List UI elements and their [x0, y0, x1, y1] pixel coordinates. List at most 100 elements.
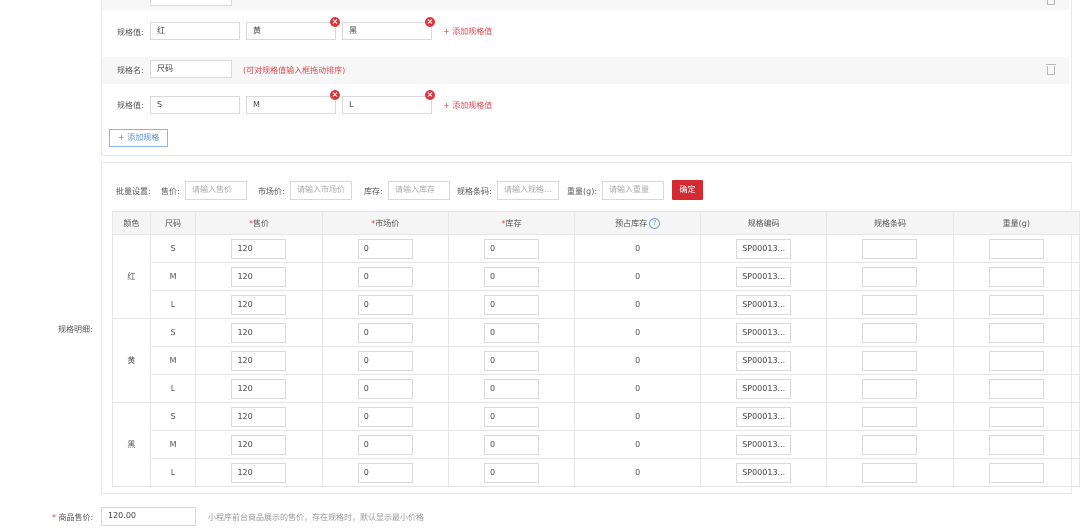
- barcode-input[interactable]: [862, 462, 918, 483]
- weight-input[interactable]: [988, 238, 1044, 259]
- remove-value-icon[interactable]: ×: [425, 17, 435, 27]
- add-size-value-link[interactable]: + 添加规格值: [443, 100, 492, 111]
- code-input[interactable]: SP00013...: [736, 294, 792, 315]
- code-input[interactable]: SP00013...: [736, 350, 792, 371]
- market-input[interactable]: 0: [357, 322, 413, 343]
- size-value-input-1[interactable]: S: [150, 96, 240, 114]
- size-cell: S: [149, 402, 197, 431]
- market-input[interactable]: 0: [357, 378, 413, 399]
- help-icon[interactable]: ?: [649, 217, 661, 229]
- weight-input[interactable]: [988, 378, 1044, 399]
- price-input[interactable]: 120: [231, 294, 287, 315]
- weight-input[interactable]: [988, 462, 1044, 483]
- code-cell: SP00013...: [700, 458, 828, 487]
- table-row: 红 S 120 0 0 0 SP00013...: [112, 234, 1080, 319]
- stock-input[interactable]: 0: [484, 322, 540, 343]
- barcode-input[interactable]: [862, 350, 918, 371]
- weight-cell: [952, 374, 1080, 403]
- stock-input[interactable]: 0: [484, 434, 540, 455]
- weight-input[interactable]: [988, 294, 1044, 315]
- col-market-label: 市场价: [375, 218, 400, 228]
- size-name-input[interactable]: 尺码: [150, 60, 232, 78]
- code-input[interactable]: SP00013...: [736, 378, 792, 399]
- weight-input[interactable]: [988, 406, 1044, 427]
- market-cell: 0: [321, 458, 449, 487]
- market-input[interactable]: 0: [357, 434, 413, 455]
- price-cell: 120: [195, 234, 323, 263]
- market-input[interactable]: 0: [357, 294, 413, 315]
- presale-cell: 0: [574, 318, 702, 347]
- code-input[interactable]: SP00013...: [736, 406, 792, 427]
- stock-input[interactable]: 0: [484, 378, 540, 399]
- weight-cell: [952, 262, 1080, 291]
- price-input[interactable]: 120: [231, 350, 287, 371]
- goods-price-input[interactable]: 120.00: [101, 507, 196, 526]
- code-input[interactable]: SP00013...: [736, 238, 792, 259]
- price-cell: 120: [195, 402, 323, 431]
- batch-weight-input[interactable]: 请输入重量: [602, 181, 664, 200]
- market-input[interactable]: 0: [357, 266, 413, 287]
- weight-input[interactable]: [988, 350, 1044, 371]
- price-input[interactable]: 120: [231, 406, 287, 427]
- batch-confirm-button[interactable]: 确定: [672, 180, 703, 200]
- stock-input[interactable]: 0: [484, 294, 540, 315]
- color-value-input-2[interactable]: 黄: [246, 22, 336, 40]
- color-cell: 红: [112, 234, 151, 319]
- add-color-value-link[interactable]: + 添加规格值: [443, 26, 492, 37]
- batch-market-input[interactable]: 请输入市场价: [290, 181, 352, 200]
- stock-input[interactable]: 0: [484, 350, 540, 371]
- weight-input[interactable]: [988, 266, 1044, 287]
- barcode-input[interactable]: [862, 266, 918, 287]
- code-input[interactable]: SP00013...: [736, 322, 792, 343]
- batch-barcode-input[interactable]: 请输入规格...: [497, 181, 559, 200]
- market-input[interactable]: 0: [357, 350, 413, 371]
- trash-icon[interactable]: [1046, 64, 1056, 75]
- code-input[interactable]: SP00013...: [736, 434, 792, 455]
- size-value-input-3[interactable]: L: [342, 96, 432, 114]
- presale-cell: 0: [574, 458, 702, 487]
- stock-input[interactable]: 0: [484, 406, 540, 427]
- barcode-cell: [826, 346, 954, 375]
- remove-value-icon[interactable]: ×: [425, 90, 435, 100]
- price-input[interactable]: 120: [231, 462, 287, 483]
- add-spec-button[interactable]: + 添加规格: [109, 129, 169, 147]
- code-input[interactable]: SP00013...: [736, 266, 792, 287]
- presale-cell: 0: [574, 290, 702, 319]
- size-value-input-2[interactable]: M: [246, 96, 336, 114]
- trash-icon[interactable]: [1047, 0, 1055, 5]
- batch-price-input[interactable]: 请输入售价: [185, 181, 247, 200]
- batch-stock-label: 库存:: [364, 187, 383, 196]
- batch-stock-input[interactable]: 请输入库存: [388, 181, 450, 200]
- goods-price-label: * 商品售价:: [52, 512, 93, 523]
- market-input[interactable]: 0: [357, 462, 413, 483]
- code-input[interactable]: SP00013...: [736, 462, 792, 483]
- barcode-input[interactable]: [862, 406, 918, 427]
- price-input[interactable]: 120: [231, 434, 287, 455]
- stock-input[interactable]: 0: [484, 238, 540, 259]
- price-input[interactable]: 120: [231, 238, 287, 259]
- remove-value-icon[interactable]: ×: [330, 90, 340, 100]
- price-input[interactable]: 120: [231, 266, 287, 287]
- barcode-input[interactable]: [862, 294, 918, 315]
- market-input[interactable]: 0: [357, 406, 413, 427]
- price-input[interactable]: 120: [231, 322, 287, 343]
- spec-row-color-name: [102, 0, 1069, 10]
- spec-name-input-partial[interactable]: [150, 0, 232, 6]
- stock-input[interactable]: 0: [484, 462, 540, 483]
- barcode-input[interactable]: [862, 322, 918, 343]
- remove-value-icon[interactable]: ×: [330, 17, 340, 27]
- price-input[interactable]: 120: [231, 378, 287, 399]
- barcode-input[interactable]: [862, 238, 918, 259]
- color-value-input-3[interactable]: 黑: [342, 22, 432, 40]
- col-code: 规格编码: [700, 211, 828, 235]
- size-value-label: 规格值:: [117, 101, 144, 110]
- barcode-input[interactable]: [862, 434, 918, 455]
- barcode-input[interactable]: [862, 378, 918, 399]
- goods-price-label-text: 商品售价:: [58, 513, 94, 522]
- stock-input[interactable]: 0: [484, 266, 540, 287]
- weight-input[interactable]: [988, 322, 1044, 343]
- weight-input[interactable]: [988, 434, 1044, 455]
- market-input[interactable]: 0: [357, 238, 413, 259]
- color-value-input-1[interactable]: 红: [150, 22, 240, 40]
- batch-price-label: 售价:: [161, 187, 180, 196]
